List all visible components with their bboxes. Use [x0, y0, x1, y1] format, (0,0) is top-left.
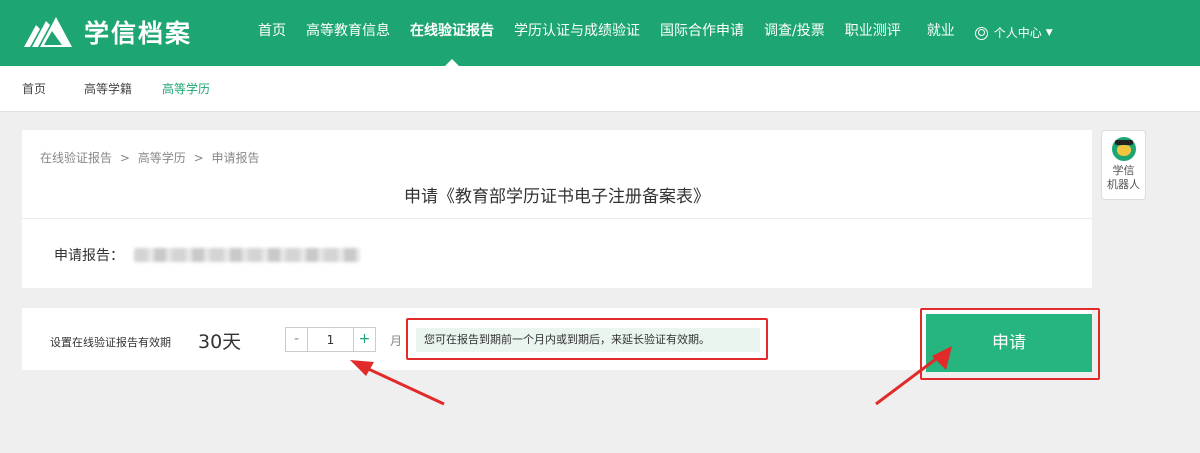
chevron-down-icon: ▼: [1045, 28, 1053, 38]
tip-highlight-box: 您可在报告到期前一个月内或到期后，来延长验证有效期。: [406, 318, 768, 360]
logo[interactable]: 学信档案: [22, 14, 192, 50]
months-stepper: - +: [285, 327, 376, 352]
logo-icon: [24, 17, 72, 47]
nav-international-cooperation[interactable]: 国际合作申请: [650, 0, 754, 66]
user-center-menu[interactable]: 个人中心 ▼: [965, 0, 1063, 66]
robot-icon: [1111, 137, 1136, 161]
breadcrumb-online-report[interactable]: 在线验证报告: [40, 151, 112, 165]
user-icon: [974, 26, 988, 40]
sub-navbar: 首页 高等学籍 高等学历: [0, 66, 1200, 112]
breadcrumb-higher-degree[interactable]: 高等学历: [138, 151, 186, 165]
apply-button[interactable]: 申请: [926, 314, 1092, 372]
validity-settings: 设置在线验证报告有效期 30天 - + 月 您可在报告到期前一个月内或到期后，来…: [22, 308, 1100, 380]
months-unit: 月: [390, 334, 403, 348]
report-label: 申请报告：: [54, 248, 124, 264]
logo-text: 学信档案: [84, 19, 193, 48]
robot-label-line1: 学信: [1112, 164, 1135, 177]
apply-report-card: 在线验证报告 > 高等学历 > 申请报告 申请《教育部学历证书电子注册备案表》 …: [22, 130, 1092, 288]
top-navbar: 学信档案 首页 高等教育信息 在线验证报告 学历认证与成绩验证 国际合作申请 调…: [0, 0, 1200, 66]
nav-home[interactable]: 首页: [248, 0, 296, 66]
user-center-label: 个人中心: [993, 26, 1042, 40]
increment-button[interactable]: +: [353, 327, 376, 352]
apply-highlight-box: 申请: [920, 308, 1100, 380]
nav-career-assessment[interactable]: 职业测评: [835, 0, 911, 66]
validity-label: 设置在线验证报告有效期: [50, 336, 171, 349]
subnav-higher-degree[interactable]: 高等学历: [162, 80, 210, 97]
nav-degree-certification[interactable]: 学历认证与成绩验证: [504, 0, 650, 66]
robot-label-line2: 机器人: [1107, 178, 1140, 191]
subnav-higher-enrollment[interactable]: 高等学籍: [84, 80, 132, 97]
nav-employment[interactable]: 就业: [917, 0, 965, 66]
decrement-button[interactable]: -: [285, 327, 308, 352]
nav-survey-vote[interactable]: 调查/投票: [754, 0, 835, 66]
validity-tip: 您可在报告到期前一个月内或到期后，来延长验证有效期。: [416, 328, 760, 352]
breadcrumb: 在线验证报告 > 高等学历 > 申请报告: [40, 149, 263, 166]
nav-online-verification-report[interactable]: 在线验证报告: [400, 0, 504, 66]
breadcrumb-separator: >: [193, 151, 204, 165]
subnav-home[interactable]: 首页: [22, 80, 46, 97]
divider: [22, 218, 1092, 219]
nav-higher-education-info[interactable]: 高等教育信息: [296, 0, 400, 66]
breadcrumb-apply-report: 申请报告: [211, 151, 260, 165]
main-nav: 首页 高等教育信息 在线验证报告 学历认证与成绩验证 国际合作申请 调查/投票 …: [248, 0, 1063, 66]
redacted-report-value: [134, 248, 360, 262]
validity-days: 30天: [198, 331, 242, 353]
months-input[interactable]: [308, 327, 353, 352]
breadcrumb-separator: >: [119, 151, 130, 165]
chatbot-widget[interactable]: 学信 机器人: [1101, 130, 1146, 200]
page-title: 申请《教育部学历证书电子注册备案表》: [404, 187, 710, 207]
report-row: 申请报告：: [54, 245, 360, 265]
